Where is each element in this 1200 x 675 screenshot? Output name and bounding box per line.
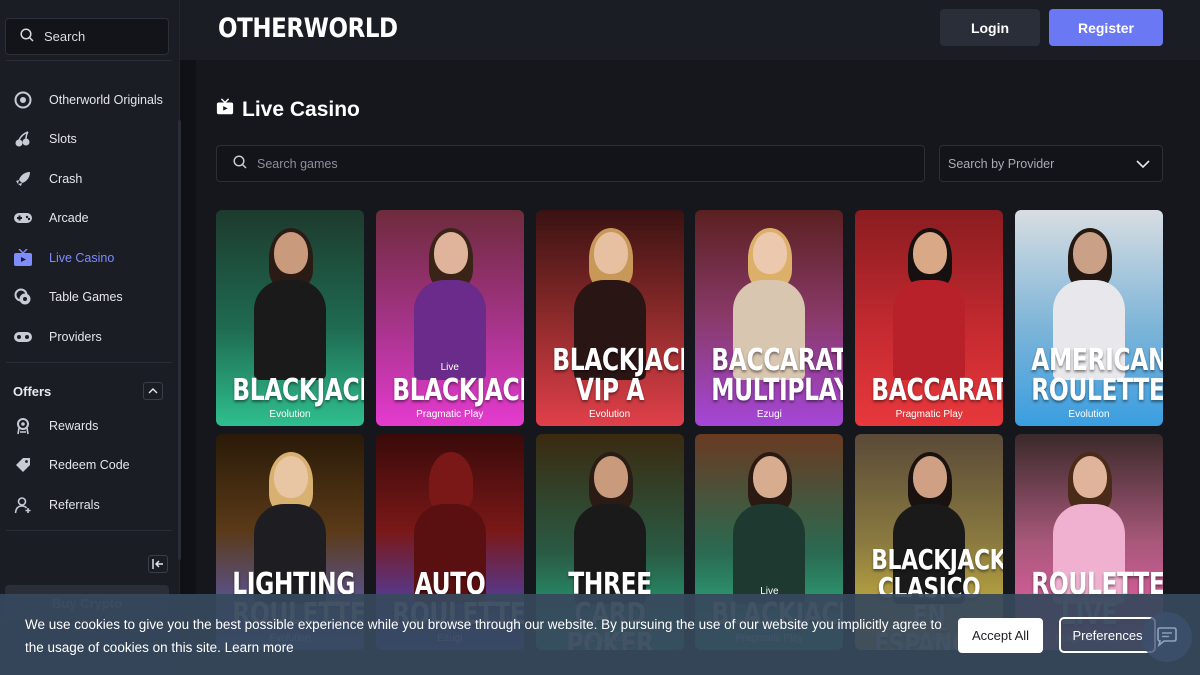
sidebar-item-slots[interactable]: Slots — [0, 120, 180, 160]
offers-header: Offers — [13, 380, 163, 402]
sidebar-item-label: Referrals — [49, 497, 100, 512]
game-card-title: BACCARAT MULTIPLAY — [711, 343, 844, 408]
sidebar-item-otherworld-originals[interactable]: Otherworld Originals — [0, 80, 180, 120]
game-card-provider: Evolution — [589, 409, 631, 420]
game-search-placeholder: Search games — [257, 156, 338, 171]
site-logo[interactable]: OTHERWORLD — [218, 13, 398, 44]
sidebar-scrollbar[interactable] — [178, 120, 181, 560]
sidebar-item-label: Arcade — [49, 211, 89, 226]
game-card-title: BLACKJACK VIP A — [551, 343, 684, 408]
search-icon — [20, 28, 44, 45]
sidebar-item-referrals[interactable]: Referrals — [0, 485, 180, 525]
tv-icon — [216, 98, 242, 122]
sidebar: Search Otherworld Originals Slots Crash … — [0, 0, 180, 675]
divider — [6, 362, 172, 363]
top-header: OTHERWORLD Login Register — [180, 0, 1200, 60]
accept-all-button[interactable]: Accept All — [958, 618, 1043, 653]
sidebar-search-label: Search — [44, 29, 86, 44]
offers-title: Offers — [13, 383, 52, 399]
sidebar-item-label: Otherworld Originals — [49, 92, 163, 107]
dealer-image — [889, 228, 969, 382]
tag-icon — [13, 455, 33, 475]
sidebar-item-label: Crash — [49, 171, 83, 186]
offers-collapse-button[interactable] — [143, 382, 163, 400]
register-button[interactable]: Register — [1049, 9, 1163, 46]
game-card-tag: Live — [440, 362, 459, 373]
game-card-title: BLACKJACK — [232, 373, 364, 408]
sidebar-item-providers[interactable]: Providers — [0, 317, 180, 357]
game-card-provider: Ezugi — [756, 409, 782, 420]
game-card-provider: Evolution — [269, 409, 311, 420]
divider — [6, 60, 172, 61]
sidebar-item-label: Rewards — [49, 418, 99, 433]
chevron-down-icon — [1136, 157, 1150, 171]
game-card-title: BLACKJACK — [392, 373, 524, 408]
sidebar-nav: Otherworld Originals Slots Crash Arcade … — [0, 80, 180, 357]
sidebar-item-label: Table Games — [49, 290, 123, 305]
game-card-title: AMERICAN ROULETTE — [1031, 343, 1163, 408]
sidebar-item-label: Providers — [49, 329, 102, 344]
game-card[interactable]: BLACKJACK Evolution — [216, 210, 364, 426]
cookie-message: We use cookies to give you the best poss… — [25, 613, 945, 659]
game-card[interactable]: BACCARAT MULTIPLAY Ezugi — [695, 210, 844, 426]
divider — [6, 530, 172, 531]
chat-icon — [1157, 627, 1177, 647]
main-content: Live Casino Search games Search by Provi… — [196, 60, 1200, 675]
game-card-title: BACCARAT — [871, 373, 1004, 408]
tv-icon — [13, 248, 33, 268]
provider-select-placeholder: Search by Provider — [948, 156, 1055, 171]
offers-list: Rewards Redeem Code Referrals — [0, 406, 180, 525]
page-title: Live Casino — [216, 98, 360, 122]
sidebar-item-label: Live Casino — [49, 250, 115, 265]
sidebar-item-label: Slots — [49, 132, 77, 147]
sidebar-item-live-casino[interactable]: Live Casino — [0, 238, 180, 278]
user-plus-icon — [13, 495, 33, 515]
sidebar-search[interactable]: Search — [5, 18, 169, 55]
rocket-icon — [13, 169, 33, 189]
game-card-provider: Evolution — [1068, 409, 1110, 420]
game-card[interactable]: LiveBLACKJACKPragmatic Play — [375, 210, 524, 426]
cherries-icon — [13, 129, 33, 149]
collapse-sidebar-button[interactable] — [148, 555, 168, 573]
game-search-input[interactable]: Search games — [216, 145, 925, 182]
sidebar-item-redeem-code[interactable]: Redeem Code — [0, 446, 180, 486]
dealer-image — [250, 228, 330, 382]
page-title-text: Live Casino — [242, 98, 360, 121]
learn-more-link[interactable]: Learn more — [225, 640, 294, 655]
provider-select[interactable]: Search by Provider — [939, 145, 1163, 182]
game-card[interactable]: AMERICAN ROULETTE Evolution — [1015, 210, 1163, 426]
game-card-provider: Pragmatic Play — [895, 409, 963, 420]
chevron-up-icon — [148, 388, 158, 394]
sidebar-item-table-games[interactable]: Table Games — [0, 278, 180, 318]
search-icon — [233, 155, 257, 172]
chips-icon — [13, 287, 33, 307]
sidebar-item-crash[interactable]: Crash — [0, 159, 180, 199]
game-card[interactable]: BLACKJACK VIP A Evolution — [535, 210, 684, 426]
gamepad-icon — [13, 208, 33, 228]
cookie-text: We use cookies to give you the best poss… — [25, 617, 942, 655]
game-card-provider: Pragmatic Play — [416, 409, 484, 420]
otherworld-icon — [13, 90, 33, 110]
reward-icon — [13, 416, 33, 436]
controller-icon — [13, 327, 33, 347]
sidebar-item-label: Redeem Code — [49, 458, 130, 473]
login-button[interactable]: Login — [940, 9, 1040, 46]
dealer-image — [729, 452, 809, 606]
sidebar-item-rewards[interactable]: Rewards — [0, 406, 180, 446]
sidebar-item-arcade[interactable]: Arcade — [0, 199, 180, 239]
collapse-left-icon — [152, 559, 163, 569]
dealer-image — [410, 228, 490, 382]
game-card[interactable]: BACCARAT Pragmatic Play — [855, 210, 1004, 426]
cookie-banner: We use cookies to give you the best poss… — [0, 594, 1200, 675]
chat-button[interactable] — [1142, 612, 1192, 662]
